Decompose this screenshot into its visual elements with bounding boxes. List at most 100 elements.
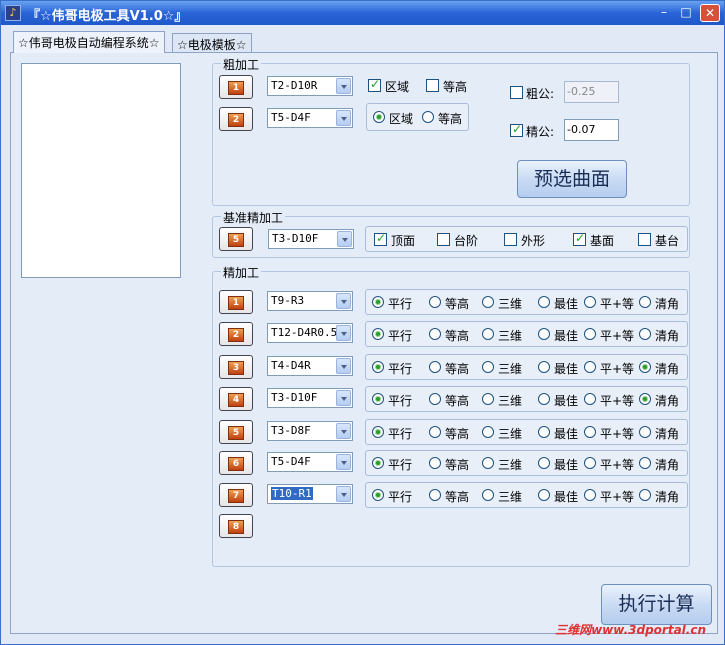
finish-5-option-1-radio[interactable] — [372, 426, 384, 438]
finish-2-option-5-radio[interactable] — [584, 328, 596, 340]
chevron-down-icon[interactable] — [336, 78, 351, 94]
chevron-down-icon[interactable] — [336, 325, 351, 341]
tab-auto-programming[interactable]: ☆伟哥电极自动编程系统☆ — [13, 31, 165, 53]
finish-2-option-6-radio[interactable] — [639, 328, 651, 340]
chevron-down-icon[interactable] — [336, 390, 351, 406]
finish-4-option-4-radio[interactable] — [538, 393, 550, 405]
finish-7-option-2-radio[interactable] — [429, 489, 441, 501]
finish-7-option-3-radio[interactable] — [482, 489, 494, 501]
finish-5-button[interactable]: 5 — [219, 420, 253, 444]
rough-2-region-radio[interactable] — [373, 111, 385, 123]
rough-1-region-checkbox[interactable] — [368, 77, 381, 92]
finish-3-option-5-radio[interactable] — [584, 361, 596, 373]
finish-2-option-4-radio[interactable] — [538, 328, 550, 340]
finish-1-option-4-radio[interactable] — [538, 296, 550, 308]
finish-7-option-5-radio[interactable] — [584, 489, 596, 501]
rough-2-tool-select[interactable]: T5-D4F — [267, 108, 353, 128]
finish-2-tool-select[interactable]: T12-D4R0.5 — [267, 323, 353, 343]
finish-5-option-6-radio[interactable] — [639, 426, 651, 438]
datum-option-4-checkbox[interactable] — [573, 231, 586, 246]
chevron-down-icon[interactable] — [336, 454, 351, 470]
tab-electrode-template[interactable]: ☆电极模板☆ — [172, 33, 252, 53]
finish-3-option-3-radio[interactable] — [482, 361, 494, 373]
datum-option-5-checkbox[interactable] — [638, 233, 651, 246]
chevron-down-icon[interactable] — [336, 293, 351, 309]
finish-7-tool-select[interactable]: T10-R1 — [267, 484, 353, 504]
maximize-button[interactable]: □ — [676, 4, 696, 22]
finish-4-option-5-radio[interactable] — [584, 393, 596, 405]
finish-4-option-1-radio[interactable] — [372, 393, 384, 405]
finish-2-option-2-radio[interactable] — [429, 328, 441, 340]
finish-8-button[interactable]: 8 — [219, 514, 253, 538]
finish-1-option-1-radio[interactable] — [372, 296, 384, 308]
cu-gong-checkbox[interactable] — [510, 86, 523, 99]
finish-6-option-6-radio[interactable] — [639, 457, 651, 469]
title-bar[interactable]: ♪ 『☆伟哥电极工具V1.0☆』 – □ ✕ — [1, 1, 724, 25]
datum-option-2-checkbox[interactable] — [437, 233, 450, 246]
finish-1-tool-select[interactable]: T9-R3 — [267, 291, 353, 311]
close-button[interactable]: ✕ — [700, 4, 720, 22]
rough-1-tool-select[interactable]: T2-D10R — [267, 76, 353, 96]
finish-6-button[interactable]: 6 — [219, 451, 253, 475]
datum-option-3-checkbox[interactable] — [504, 233, 517, 246]
finish-5-option-4-radio[interactable] — [538, 426, 550, 438]
finish-2-icon: 2 — [228, 328, 244, 342]
chevron-down-icon[interactable] — [336, 423, 351, 439]
finish-7-option-1-radio[interactable] — [372, 489, 384, 501]
minimize-button[interactable]: – — [654, 4, 674, 22]
chevron-down-icon[interactable] — [336, 110, 351, 126]
finish-3-option-1-radio[interactable] — [372, 361, 384, 373]
finish-6-option-5-radio[interactable] — [584, 457, 596, 469]
finish-4-option-6-radio[interactable] — [639, 393, 651, 405]
finish-7-icon: 7 — [228, 489, 244, 503]
finish-6-option-3-radio[interactable] — [482, 457, 494, 469]
datum-option-5-label: 基台 — [655, 234, 680, 248]
rough-2-contour-radio[interactable] — [422, 111, 434, 123]
finish-6-tool-select[interactable]: T5-D4F — [267, 452, 353, 472]
finish-1-option-5-radio[interactable] — [584, 296, 596, 308]
finish-6-option-1-radio[interactable] — [372, 457, 384, 469]
finish-6-option-2-radio[interactable] — [429, 457, 441, 469]
finish-3-button[interactable]: 3 — [219, 355, 253, 379]
rough-1-button[interactable]: 1 — [219, 75, 253, 99]
finish-1-option-6-radio[interactable] — [639, 296, 651, 308]
finish-7-button[interactable]: 7 — [219, 483, 253, 507]
finish-4-option-2-radio[interactable] — [429, 393, 441, 405]
finish-2-option-1-radio[interactable] — [372, 328, 384, 340]
finish-3-option-6-radio[interactable] — [639, 361, 651, 373]
jing-gong-input[interactable]: -0.07 — [564, 119, 619, 141]
finish-3-option-4-radio[interactable] — [538, 361, 550, 373]
datum-tool-select[interactable]: T3-D10F — [268, 229, 354, 249]
finish-4-button[interactable]: 4 — [219, 387, 253, 411]
finish-3-tool-select[interactable]: T4-D4R — [267, 356, 353, 376]
finish-5-option-5-radio[interactable] — [584, 426, 596, 438]
finish-3-option-2-radio[interactable] — [429, 361, 441, 373]
chevron-down-icon[interactable] — [336, 486, 351, 502]
jing-gong-checkbox[interactable] — [510, 122, 523, 137]
finish-4-option-3-radio[interactable] — [482, 393, 494, 405]
execute-button[interactable]: 执行计算 — [601, 584, 712, 625]
preselect-surface-button[interactable]: 预选曲面 — [517, 160, 627, 198]
finish-1-button[interactable]: 1 — [219, 290, 253, 314]
finish-7-tool-value: T10-R1 — [271, 487, 313, 500]
datum-option-1-checkbox[interactable] — [374, 231, 387, 246]
cu-gong-input[interactable]: -0.25 — [564, 81, 619, 103]
finish-2-option-3-radio[interactable] — [482, 328, 494, 340]
finish-5-option-2-radio[interactable] — [429, 426, 441, 438]
finish-4-tool-select[interactable]: T3-D10F — [267, 388, 353, 408]
chevron-down-icon[interactable] — [337, 231, 352, 247]
finish-1-option-3-radio[interactable] — [482, 296, 494, 308]
electrode-listbox[interactable] — [21, 63, 181, 278]
datum-5-button[interactable]: 5 — [219, 227, 253, 251]
finish-2-button[interactable]: 2 — [219, 322, 253, 346]
finish-6-option-4-radio[interactable] — [538, 457, 550, 469]
finish-5-option-3-radio[interactable] — [482, 426, 494, 438]
rough-2-button[interactable]: 2 — [219, 107, 253, 131]
finish-1-option-2-radio[interactable] — [429, 296, 441, 308]
finish-7-option-6-radio[interactable] — [639, 489, 651, 501]
finish-7-option-4-radio[interactable] — [538, 489, 550, 501]
finish-5-tool-select[interactable]: T3-D8F — [267, 421, 353, 441]
rough-1-contour-checkbox[interactable] — [426, 79, 439, 92]
chevron-down-icon[interactable] — [336, 358, 351, 374]
finish-7-option-5-label: 平+等 — [600, 490, 635, 504]
